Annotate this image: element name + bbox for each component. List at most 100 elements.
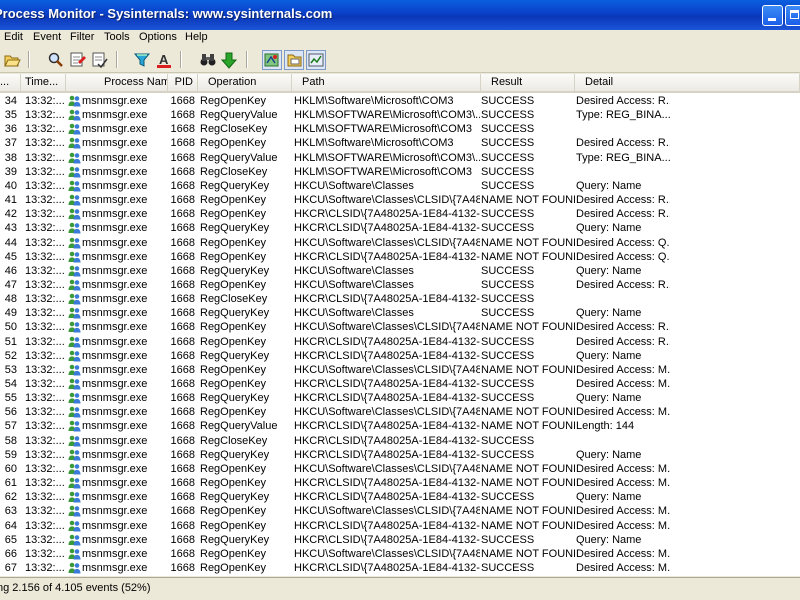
column-sequence[interactable]: ... [0,74,21,91]
operation-cell: RegQueryValue [200,420,278,433]
pid-cell: 1668 [170,392,195,405]
table-row[interactable]: 48 13:32:... msnmsgr.exe 1668 RegCloseKey HKC… [0,292,800,306]
sequence-cell: 42 [4,208,17,221]
table-row[interactable]: 61 13:32:... msnmsgr.exe 1668 RegOpenKey HKCR… [0,476,800,490]
filesystem-activity-icon[interactable] [284,50,304,70]
path-cell: HKCR\CLSID\{7A48025A-1E84-4132-B... [294,378,480,390]
operation-cell: RegOpenKey [200,236,267,249]
result-cell: SUCCESS [481,151,535,164]
table-row[interactable]: 51 13:32:... msnmsgr.exe 1668 RegOpenKey HKCR… [0,335,800,349]
table-row[interactable]: 58 13:32:... msnmsgr.exe 1668 RegCloseKey HKC… [0,434,800,448]
table-row[interactable]: 52 13:32:... msnmsgr.exe 1668 RegQueryKey HKC… [0,349,800,363]
table-row[interactable]: 56 13:32:... msnmsgr.exe 1668 RegOpenKey HKCU… [0,405,800,419]
event-list[interactable]: ... Time... Process Name PID Operation P… [0,74,800,576]
path-cell: HKCR\CLSID\{7A48025A-1E84-4132-B... [294,392,480,405]
menu-options[interactable]: Options [139,31,177,43]
filter-icon[interactable] [132,50,152,70]
table-row[interactable]: 37 13:32:... msnmsgr.exe 1668 RegOpenKey HKLM… [0,136,800,150]
table-row[interactable]: 45 13:32:... msnmsgr.exe 1668 RegOpenKey HKCR… [0,250,800,264]
toolbar-separator [116,51,118,68]
process-name-cell: msnmsgr.exe [82,519,148,532]
table-row[interactable]: 47 13:32:... msnmsgr.exe 1668 RegOpenKey HKCU… [0,278,800,292]
binoculars-icon[interactable] [198,50,218,70]
menu-edit[interactable]: Edit [4,31,23,43]
detail-cell: Desired Access: R... [576,321,670,334]
table-row[interactable]: 49 13:32:... msnmsgr.exe 1668 RegQueryKey HKC… [0,306,800,320]
table-row[interactable]: 40 13:32:... msnmsgr.exe 1668 RegQueryKey HKC… [0,179,800,193]
detail-cell: Query: Name [576,533,642,546]
path-cell: HKCR\CLSID\{7A48025A-1E84-4132-B... [294,477,480,490]
table-row[interactable]: 66 13:32:... msnmsgr.exe 1668 RegOpenKey HKCU… [0,547,800,561]
maximize-button[interactable] [785,5,800,26]
detail-cell: Query: Name [576,491,642,504]
title-bar[interactable]: Process Monitor - Sysinternals: www.sysi… [0,0,800,30]
result-cell: SUCCESS [481,137,535,150]
filter-edit-icon[interactable] [90,50,110,70]
msn-process-icon [68,434,81,448]
registry-activity-icon[interactable] [262,50,282,70]
table-row[interactable]: 63 13:32:... msnmsgr.exe 1668 RegOpenKey HKCU… [0,504,800,518]
result-cell: NAME NOT FOUND [481,547,575,560]
column-result[interactable]: Result [481,74,575,91]
table-row[interactable]: 67 13:32:... msnmsgr.exe 1668 RegOpenKey HKCR… [0,561,800,575]
text-color-icon[interactable]: A [154,50,174,70]
table-row[interactable]: 64 13:32:... msnmsgr.exe 1668 RegOpenKey HKCR… [0,519,800,533]
process-activity-icon[interactable] [306,50,326,70]
detail-cell: Desired Access: M... [576,378,670,390]
table-row[interactable]: 57 13:32:... msnmsgr.exe 1668 RegQueryValue H… [0,419,800,433]
menu-help[interactable]: Help [185,31,208,43]
jump-arrow-icon[interactable] [220,50,240,70]
menu-filter[interactable]: Filter [70,31,94,43]
table-row[interactable]: 41 13:32:... msnmsgr.exe 1668 RegOpenKey HKCU… [0,193,800,207]
table-row[interactable]: 34 13:32:... msnmsgr.exe 1668 RegOpenKey HKLM… [0,94,800,108]
result-cell: SUCCESS [481,307,535,320]
operation-cell: RegQueryKey [200,392,270,405]
result-cell: SUCCESS [481,448,535,461]
menu-event[interactable]: Event [33,31,61,43]
table-row[interactable]: 42 13:32:... msnmsgr.exe 1668 RegOpenKey HKCR… [0,207,800,221]
find-icon[interactable] [46,50,66,70]
time-cell: 13:32:... [25,95,65,107]
operation-cell: RegQueryKey [200,264,270,277]
table-row[interactable]: 39 13:32:... msnmsgr.exe 1668 RegCloseKey HKL… [0,165,800,179]
menu-tools[interactable]: Tools [104,31,130,43]
path-cell: HKCU\Software\Classes [294,179,414,192]
highlight-icon[interactable] [68,50,88,70]
table-row[interactable]: 50 13:32:... msnmsgr.exe 1668 RegOpenKey HKCU… [0,320,800,334]
table-row[interactable]: 65 13:32:... msnmsgr.exe 1668 RegQueryKey HKC… [0,533,800,547]
table-row[interactable]: 54 13:32:... msnmsgr.exe 1668 RegOpenKey HKCR… [0,377,800,391]
table-row[interactable]: 44 13:32:... msnmsgr.exe 1668 RegOpenKey HKCU… [0,236,800,250]
column-pid[interactable]: PID [168,74,198,91]
column-detail[interactable]: Detail [575,74,800,91]
process-name-cell: msnmsgr.exe [82,165,148,178]
table-row[interactable]: 46 13:32:... msnmsgr.exe 1668 RegQueryKey HKC… [0,264,800,278]
column-path[interactable]: Path [292,74,481,91]
table-row[interactable]: 62 13:32:... msnmsgr.exe 1668 RegQueryKey HKC… [0,490,800,504]
pid-cell: 1668 [170,406,195,419]
table-row[interactable]: 43 13:32:... msnmsgr.exe 1668 RegQueryKey HKC… [0,221,800,235]
window-title: Process Monitor - Sysinternals: www.sysi… [0,6,333,21]
toolbar-separator [246,51,248,68]
pid-cell: 1668 [170,363,195,376]
minimize-button[interactable] [762,5,783,26]
column-process-name[interactable]: Process Name [66,74,168,91]
table-row[interactable]: 38 13:32:... msnmsgr.exe 1668 RegQueryValue H… [0,151,800,165]
detail-cell: Query: Name [576,179,642,192]
table-row[interactable]: 53 13:32:... msnmsgr.exe 1668 RegOpenKey HKCU… [0,363,800,377]
pid-cell: 1668 [170,151,195,164]
column-time[interactable]: Time... [21,74,66,91]
table-row[interactable]: 59 13:32:... msnmsgr.exe 1668 RegQueryKey HKC… [0,448,800,462]
detail-cell [576,434,670,448]
column-operation[interactable]: Operation [198,74,292,91]
table-row[interactable]: 36 13:32:... msnmsgr.exe 1668 RegCloseKey HKL… [0,122,800,136]
sequence-cell: 52 [4,349,17,362]
sequence-cell: 61 [4,477,17,490]
status-text: ng 2.156 of 4.105 events (52%) [0,582,151,594]
result-cell: SUCCESS [481,109,535,122]
open-folder-icon[interactable] [2,50,22,70]
table-row[interactable]: 35 13:32:... msnmsgr.exe 1668 RegQueryValue H… [0,108,800,122]
time-cell: 13:32:... [25,208,65,221]
operation-cell: RegCloseKey [200,123,268,136]
table-row[interactable]: 55 13:32:... msnmsgr.exe 1668 RegQueryKey HKC… [0,391,800,405]
table-row[interactable]: 60 13:32:... msnmsgr.exe 1668 RegOpenKey HKCU… [0,462,800,476]
